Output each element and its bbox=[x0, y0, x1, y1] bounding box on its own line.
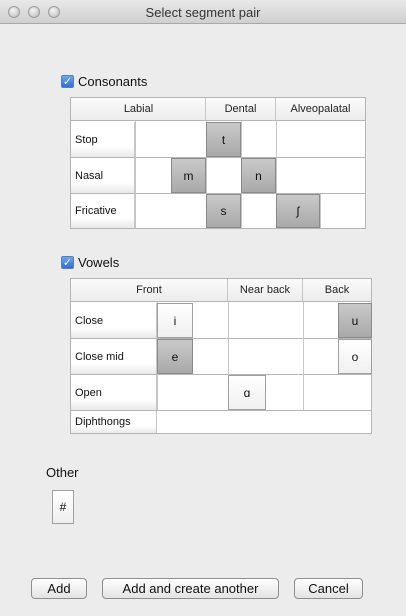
segment-o[interactable]: o bbox=[338, 339, 372, 374]
row-label-nasal: Nasal bbox=[71, 158, 135, 193]
row-label-close-mid: Close mid bbox=[71, 339, 157, 374]
cancel-button[interactable]: Cancel bbox=[294, 578, 363, 599]
column-header-back: Back bbox=[303, 279, 371, 302]
row-label-fricative: Fricative bbox=[71, 194, 135, 228]
consonants-checkbox[interactable]: ✓ bbox=[61, 75, 74, 88]
title-bar: Select segment pair bbox=[0, 0, 406, 24]
other-label: Other bbox=[46, 465, 79, 480]
row-label-open: Open bbox=[71, 375, 157, 410]
column-header-labial: Labial bbox=[123, 103, 154, 115]
column-header-alveopalatal: Alveopalatal bbox=[276, 98, 365, 121]
consonants-grid: Labial Dental Alveopalatal Stop Nasal Fr… bbox=[70, 97, 366, 229]
add-button[interactable]: Add bbox=[31, 578, 87, 599]
vowels-toggle[interactable]: ✓ Vowels bbox=[61, 255, 119, 270]
row-label-close: Close bbox=[71, 303, 157, 338]
window-title: Select segment pair bbox=[145, 5, 261, 20]
vowels-label: Vowels bbox=[78, 255, 120, 270]
vowels-checkbox[interactable]: ✓ bbox=[61, 256, 74, 269]
segment-m[interactable]: m bbox=[171, 158, 206, 193]
segment-e[interactable]: e bbox=[157, 339, 193, 374]
segment-alpha[interactable]: ɑ bbox=[228, 375, 266, 410]
column-header-front: Front bbox=[71, 279, 228, 302]
segment-i[interactable]: i bbox=[157, 303, 193, 338]
segment-t[interactable]: t bbox=[206, 122, 241, 157]
segment-n[interactable]: n bbox=[241, 158, 276, 193]
add-and-create-another-button[interactable]: Add and create another bbox=[102, 578, 279, 599]
row-label-stop: Stop bbox=[71, 122, 135, 157]
row-label-diphthongs: Diphthongs bbox=[71, 411, 157, 433]
vowels-grid: Front Near back Back Close Close mid Ope… bbox=[70, 278, 372, 434]
column-header-dental: Dental bbox=[206, 98, 276, 121]
segment-esh[interactable]: ʃ bbox=[276, 194, 320, 228]
column-header-near-back: Near back bbox=[228, 279, 303, 302]
consonants-toggle[interactable]: ✓ Consonants bbox=[61, 74, 147, 89]
consonants-label: Consonants bbox=[78, 74, 148, 89]
segment-boundary[interactable]: # bbox=[52, 490, 74, 524]
segment-s[interactable]: s bbox=[206, 194, 241, 228]
segment-u[interactable]: u bbox=[338, 303, 372, 338]
